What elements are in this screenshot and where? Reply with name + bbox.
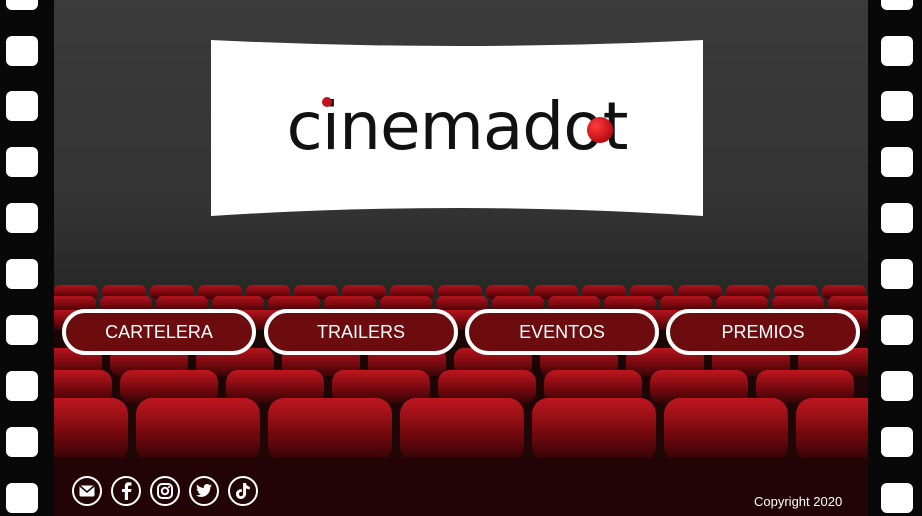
film-perforation [6, 371, 38, 401]
film-perforation [881, 36, 913, 66]
film-perforation [6, 91, 38, 121]
cinema-stage: cinemadot CARTELERA TRAILERS EVENTOS PRE… [54, 0, 868, 516]
film-perforation [881, 147, 913, 177]
tiktok-icon[interactable] [228, 476, 258, 506]
film-perforation [6, 36, 38, 66]
film-perforation [881, 371, 913, 401]
film-perforation [881, 91, 913, 121]
nav-label: CARTELERA [105, 321, 213, 342]
logo-text: cinemadot [286, 87, 629, 165]
film-perforation [6, 203, 38, 233]
instagram-icon[interactable] [150, 476, 180, 506]
film-perforation [881, 315, 913, 345]
film-perforation [6, 0, 38, 10]
film-perforation [881, 259, 913, 289]
nav-button-cartelera[interactable]: CARTELERA [62, 309, 256, 355]
film-strip-left [0, 0, 54, 516]
film-perforation [6, 483, 38, 513]
screen-logo-area: cinemadot [211, 40, 703, 216]
nav-button-trailers[interactable]: TRAILERS [264, 309, 458, 355]
film-perforation [881, 203, 913, 233]
nav-label: TRAILERS [316, 321, 406, 342]
nav-button-premios[interactable]: PREMIOS [666, 309, 860, 355]
film-strip-right [868, 0, 922, 516]
email-icon[interactable] [72, 476, 102, 506]
facebook-icon[interactable] [111, 476, 141, 506]
cinemadot-logo[interactable]: cinemadot [211, 40, 703, 216]
twitter-icon[interactable] [189, 476, 219, 506]
film-perforation [881, 0, 913, 10]
film-perforation [881, 483, 913, 513]
film-perforation [881, 427, 913, 457]
film-perforation [6, 315, 38, 345]
film-perforation [6, 147, 38, 177]
film-perforation [6, 259, 38, 289]
logo-i-dot [322, 97, 332, 107]
copyright-text: Copyright 2020 [754, 494, 843, 509]
logo-o-dot [587, 117, 613, 143]
nav-label: EVENTOS [519, 321, 605, 342]
theater-seats [54, 285, 868, 460]
film-perforation [6, 427, 38, 457]
nav-label: PREMIOS [721, 321, 805, 342]
nav-button-eventos[interactable]: EVENTOS [465, 309, 659, 355]
